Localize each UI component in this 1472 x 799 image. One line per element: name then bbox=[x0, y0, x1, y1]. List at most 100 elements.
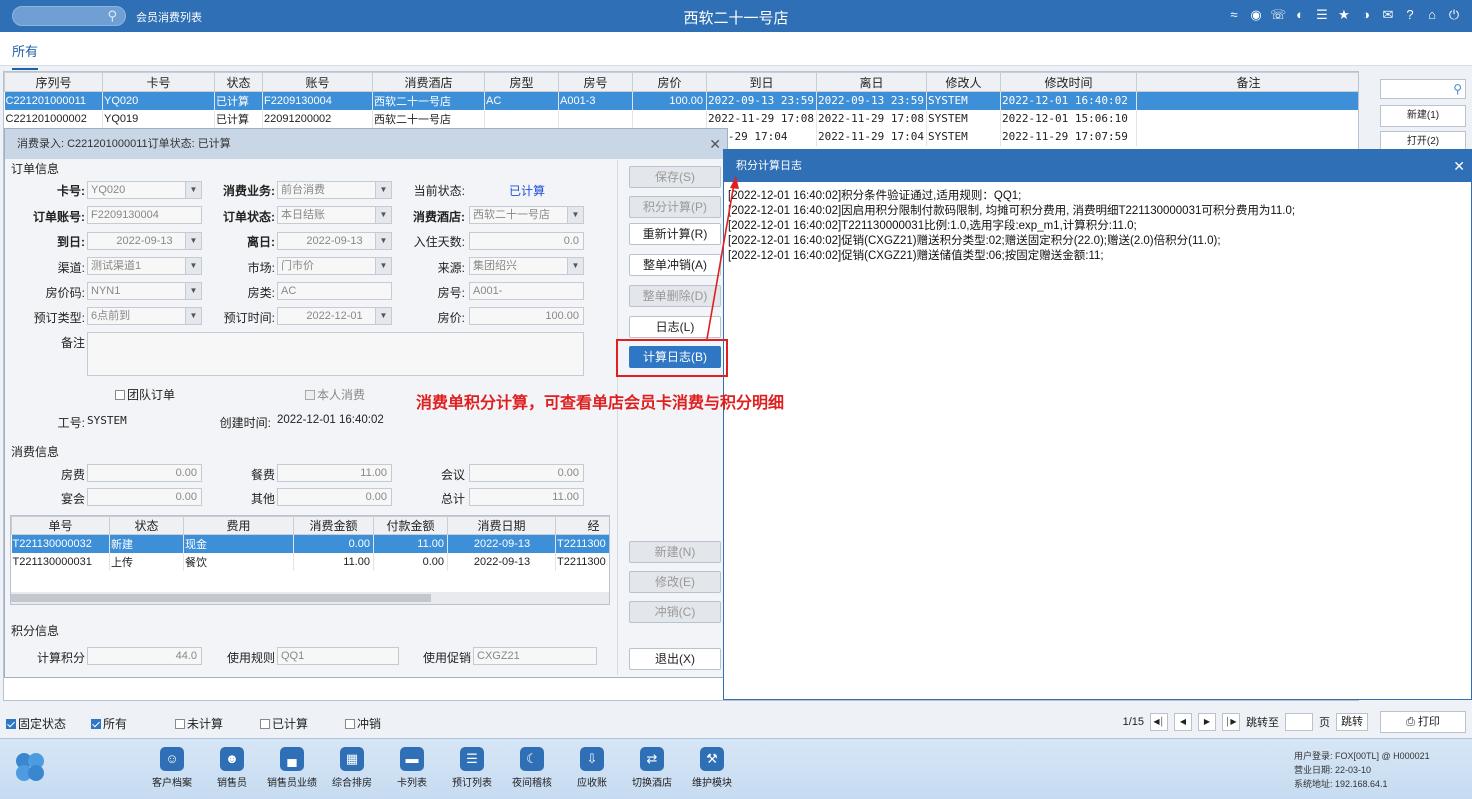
self-consume-checkbox[interactable]: 本人消费 bbox=[305, 386, 365, 403]
dock-button-bar-chart[interactable]: ▄ 销售员业绩 bbox=[262, 747, 322, 789]
print-button[interactable]: ⎙ 打印 bbox=[1380, 711, 1466, 733]
log-button[interactable]: 日志(L) bbox=[629, 316, 721, 338]
column-header[interactable]: 到日 bbox=[706, 72, 817, 92]
column-header[interactable]: 卡号 bbox=[102, 72, 215, 92]
nights-field[interactable]: 0.0 bbox=[469, 232, 584, 250]
room-fee-field[interactable]: 0.00 bbox=[87, 464, 202, 482]
column-header[interactable]: 消费酒店 bbox=[372, 72, 485, 92]
booking-type-field[interactable]: 6点前到 ▼ bbox=[87, 307, 202, 325]
chevron-down-icon[interactable]: ▼ bbox=[185, 283, 201, 299]
reverse-detail-button[interactable]: 冲销(C) bbox=[629, 601, 721, 623]
chat-icon[interactable]: ◉ bbox=[1248, 7, 1264, 23]
chevron-down-icon[interactable]: ▼ bbox=[185, 308, 201, 324]
column-header[interactable]: 付款金额 bbox=[373, 516, 448, 535]
dock-button-card[interactable]: ▬ 卡列表 bbox=[382, 747, 442, 789]
points-calc-button[interactable]: 积分计算(P) bbox=[629, 196, 721, 218]
chevron-down-icon[interactable]: ▼ bbox=[567, 258, 583, 274]
chevron-down-icon[interactable]: ▼ bbox=[185, 182, 201, 198]
scrollbar-thumb[interactable] bbox=[11, 594, 431, 602]
calc-points-field[interactable]: 44.0 bbox=[87, 647, 202, 665]
table-row[interactable]: T221130000031 上传 餐饮 11.00 0.00 2022-09-13 T221… bbox=[11, 552, 609, 571]
chevron-down-icon[interactable]: ▼ bbox=[375, 182, 391, 198]
order-account-field[interactable]: F2209130004 bbox=[87, 206, 202, 224]
column-header[interactable]: 离日 bbox=[816, 72, 927, 92]
card-no-field[interactable]: YQ020 ▼ bbox=[87, 181, 202, 199]
remark-textarea[interactable] bbox=[87, 332, 584, 376]
source-field[interactable]: 集团绍兴 ▼ bbox=[469, 257, 584, 275]
column-header[interactable]: 房号 bbox=[558, 72, 633, 92]
dock-button-switch[interactable]: ⇄ 切换酒店 bbox=[622, 747, 682, 789]
fixed-status-checkbox[interactable]: 固定状态 bbox=[6, 715, 66, 732]
channel-field[interactable]: 测试渠道1 ▼ bbox=[87, 257, 202, 275]
table-row[interactable]: C221201000011 YQ020 已计算 F2209130004 西软二十一号店 A… bbox=[4, 91, 1358, 110]
dock-button-grid[interactable]: ▦ 综合排房 bbox=[322, 747, 382, 789]
dock-button-wrench[interactable]: ⚒ 维护模块 bbox=[682, 747, 742, 789]
table-row[interactable]: T221130000032 新建 现金 0.00 11.00 2022-09-13 T221… bbox=[11, 534, 609, 553]
prev-page-icon[interactable]: ◀ bbox=[1174, 713, 1192, 731]
arrival-date-field[interactable]: 2022-09-13 ▼ bbox=[87, 232, 202, 250]
chevron-down-icon[interactable]: ▼ bbox=[375, 258, 391, 274]
dock-button-download[interactable]: ⇩ 应收账 bbox=[562, 747, 622, 789]
first-page-icon[interactable]: ◀│ bbox=[1150, 713, 1168, 731]
dock-button-moon[interactable]: ☾ 夜间稽核 bbox=[502, 747, 562, 789]
new-record-button[interactable]: 新建(1) bbox=[1380, 105, 1466, 127]
page-number-input[interactable] bbox=[1285, 713, 1313, 731]
room-type-field[interactable]: AC bbox=[277, 282, 392, 300]
column-header[interactable]: 消费金额 bbox=[293, 516, 374, 535]
chevron-down-icon[interactable]: ▼ bbox=[185, 258, 201, 274]
departure-date-field[interactable]: 2022-09-13 ▼ bbox=[277, 232, 392, 250]
exit-button[interactable]: 退出(X) bbox=[629, 648, 721, 670]
reverse-order-button[interactable]: 整单冲销(A) bbox=[629, 254, 721, 276]
dock-button-profile[interactable]: ☺ 客户档案 bbox=[142, 747, 202, 789]
chevron-down-icon[interactable]: ▼ bbox=[375, 233, 391, 249]
used-promo-field[interactable]: CXGZ21 bbox=[473, 647, 597, 665]
order-status-field[interactable]: 本日结账 ▼ bbox=[277, 206, 392, 224]
chevron-down-icon[interactable]: ▼ bbox=[375, 308, 391, 324]
calculated-checkbox[interactable]: 已计算 bbox=[260, 715, 308, 732]
next-page-icon[interactable]: ▶ bbox=[1198, 713, 1216, 731]
dock-button-person[interactable]: ☻ 销售员 bbox=[202, 747, 262, 789]
close-icon[interactable]: ✕ bbox=[1453, 150, 1465, 182]
close-icon[interactable]: ✕ bbox=[709, 129, 721, 159]
star-icon[interactable]: ★ bbox=[1336, 7, 1352, 23]
tab-all[interactable]: 所有 bbox=[12, 41, 39, 70]
rate-code-field[interactable]: NYN1 ▼ bbox=[87, 282, 202, 300]
meal-fee-field[interactable]: 11.00 bbox=[277, 464, 392, 482]
horizontal-scrollbar[interactable] bbox=[11, 592, 609, 604]
used-rule-field[interactable]: QQ1 bbox=[277, 647, 399, 665]
room-no-field[interactable]: A001- bbox=[469, 282, 584, 300]
booking-time-field[interactable]: 2022-12-01 ▼ bbox=[277, 307, 392, 325]
column-header[interactable]: 修改时间 bbox=[1000, 72, 1137, 92]
column-header[interactable]: 消费日期 bbox=[447, 516, 556, 535]
rate-field[interactable]: 100.00 bbox=[469, 307, 584, 325]
wifi-icon[interactable]: ≈ bbox=[1226, 7, 1242, 23]
column-header[interactable]: 状态 bbox=[214, 72, 263, 92]
meeting-fee-field[interactable]: 0.00 bbox=[469, 464, 584, 482]
recalculate-button[interactable]: 重新计算(R) bbox=[629, 223, 721, 245]
uncalculated-checkbox[interactable]: 未计算 bbox=[175, 715, 223, 732]
biz-field[interactable]: 前台消费 ▼ bbox=[277, 181, 392, 199]
side-search-input[interactable]: ⚲ bbox=[1380, 79, 1466, 99]
last-page-icon[interactable]: │▶ bbox=[1222, 713, 1240, 731]
banquet-fee-field[interactable]: 0.00 bbox=[87, 488, 202, 506]
other-fee-field[interactable]: 0.00 bbox=[277, 488, 392, 506]
dock-button-list[interactable]: ☰ 预订列表 bbox=[442, 747, 502, 789]
chevron-down-icon[interactable]: ▼ bbox=[185, 233, 201, 249]
column-header[interactable]: 房型 bbox=[484, 72, 559, 92]
chevron-down-icon[interactable]: ▼ bbox=[567, 207, 583, 223]
column-header[interactable]: 序列号 bbox=[4, 72, 103, 92]
new-detail-button[interactable]: 新建(N) bbox=[629, 541, 721, 563]
modify-detail-button[interactable]: 修改(E) bbox=[629, 571, 721, 593]
column-header[interactable]: 房价 bbox=[632, 72, 707, 92]
palette-icon[interactable]: ◐ bbox=[1292, 7, 1308, 23]
menu-icon[interactable]: ☰ bbox=[1314, 7, 1330, 23]
column-header[interactable]: 单号 bbox=[11, 516, 110, 535]
column-header[interactable]: 状态 bbox=[109, 516, 184, 535]
mail-icon[interactable]: ✉ bbox=[1380, 7, 1396, 23]
jump-button[interactable]: 跳转 bbox=[1336, 713, 1368, 731]
market-field[interactable]: 门市价 ▼ bbox=[277, 257, 392, 275]
all-checkbox[interactable]: 所有 bbox=[91, 715, 127, 732]
column-header[interactable]: 费用 bbox=[183, 516, 294, 535]
home-icon[interactable]: ⌂ bbox=[1424, 7, 1440, 23]
power-icon[interactable]: ⏻ bbox=[1446, 7, 1462, 23]
